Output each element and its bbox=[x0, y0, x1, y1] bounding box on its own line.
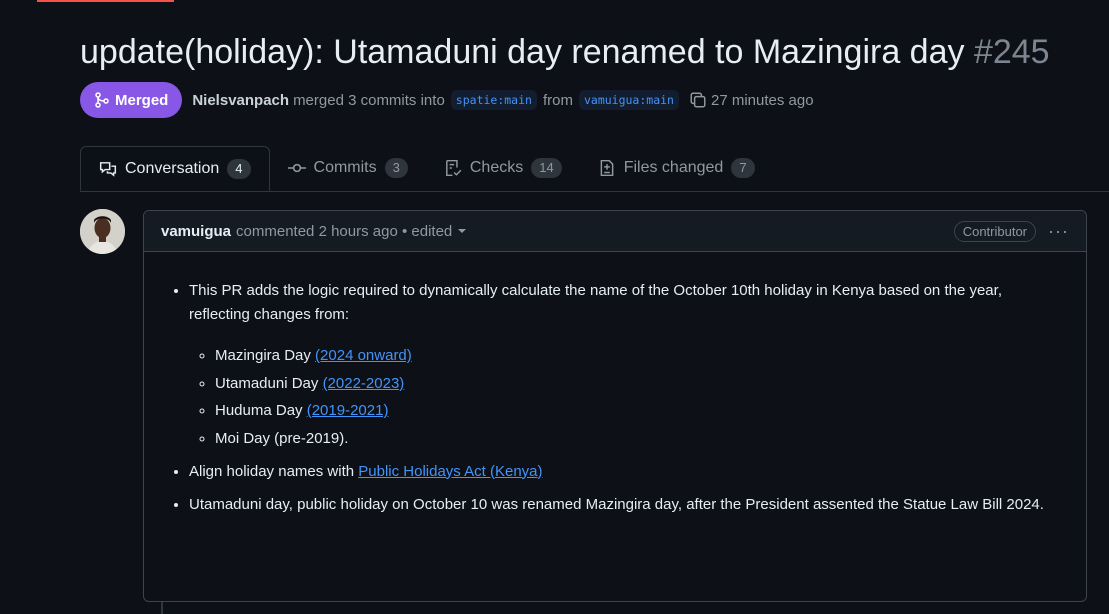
from-text: from bbox=[542, 91, 573, 109]
tab-label: Checks bbox=[469, 159, 524, 176]
comment-box: vamuigua commented 2 hours ago • edited … bbox=[143, 210, 1087, 602]
pr-number: #245 bbox=[973, 33, 1050, 71]
git-commit-icon bbox=[287, 163, 306, 173]
timeline-line bbox=[161, 602, 163, 614]
avatar[interactable] bbox=[80, 209, 125, 254]
tab-commits[interactable]: Commits 3 bbox=[270, 146, 426, 190]
pr-tabs: Conversation 4 Commits 3 Checks 14 Files… bbox=[80, 146, 1109, 192]
tab-conversation[interactable]: Conversation 4 bbox=[80, 146, 270, 191]
head-branch[interactable]: vamuigua:main bbox=[578, 90, 679, 110]
link[interactable]: (2024 onward) bbox=[315, 347, 412, 364]
list-item: Utamaduni day, public holiday on October… bbox=[189, 493, 1058, 517]
tab-counter: 14 bbox=[531, 158, 562, 178]
checklist-icon bbox=[445, 159, 462, 177]
pr-title: update(holiday): Utamaduni day renamed t… bbox=[80, 33, 965, 71]
tab-files-changed[interactable]: Files changed 7 bbox=[580, 146, 773, 190]
merge-text: merged 3 commits into bbox=[293, 91, 445, 109]
git-merge-icon bbox=[95, 92, 109, 108]
link[interactable]: (2019-2021) bbox=[307, 402, 389, 419]
page-title: update(holiday): Utamaduni day renamed t… bbox=[80, 30, 1050, 74]
kebab-menu-icon[interactable]: ··· bbox=[1048, 221, 1069, 242]
comment-action[interactable]: commented 2 hours ago • edited bbox=[236, 223, 452, 240]
comment-author[interactable]: vamuigua bbox=[161, 223, 231, 240]
tab-checks[interactable]: Checks 14 bbox=[426, 146, 580, 190]
tab-label: Files changed bbox=[623, 159, 724, 176]
file-diff-icon bbox=[600, 159, 614, 177]
link[interactable]: Public Holidays Act (Kenya) bbox=[358, 463, 542, 480]
merge-time: 27 minutes ago bbox=[710, 91, 814, 109]
merger-link[interactable]: Nielsvanpach bbox=[192, 92, 289, 109]
link[interactable]: (2022-2023) bbox=[323, 375, 405, 392]
list-item: Utamaduni Day (2022-2023) bbox=[215, 372, 1058, 396]
comment-body: This PR adds the logic required to dynam… bbox=[144, 252, 1086, 517]
comment-header: vamuigua commented 2 hours ago • edited … bbox=[144, 211, 1086, 252]
tab-counter: 4 bbox=[227, 158, 251, 179]
role-badge: Contributor bbox=[953, 220, 1037, 242]
status-badge: Merged bbox=[80, 82, 183, 118]
list-item: Moi Day (pre-2019). bbox=[215, 427, 1058, 451]
list-item: This PR adds the logic required to dynam… bbox=[189, 279, 1058, 451]
tab-counter: 7 bbox=[731, 158, 755, 178]
list-item: Align holiday names with Public Holidays… bbox=[189, 460, 1058, 484]
base-branch[interactable]: spatie:main bbox=[450, 90, 537, 110]
comment-discussion-icon bbox=[99, 161, 117, 177]
pr-meta: Merged Nielsvanpach merged 3 commits int… bbox=[80, 82, 814, 118]
tab-counter: 3 bbox=[384, 158, 408, 178]
top-accent-bar bbox=[37, 0, 174, 2]
copy-icon[interactable] bbox=[689, 91, 707, 109]
chevron-down-icon[interactable] bbox=[458, 229, 467, 233]
status-label: Merged bbox=[115, 91, 169, 109]
list-item: Huduma Day (2019-2021) bbox=[215, 399, 1058, 423]
tab-label: Conversation bbox=[125, 159, 220, 177]
list-item: Mazingira Day (2024 onward) bbox=[215, 344, 1058, 368]
tab-label: Commits bbox=[313, 159, 377, 176]
